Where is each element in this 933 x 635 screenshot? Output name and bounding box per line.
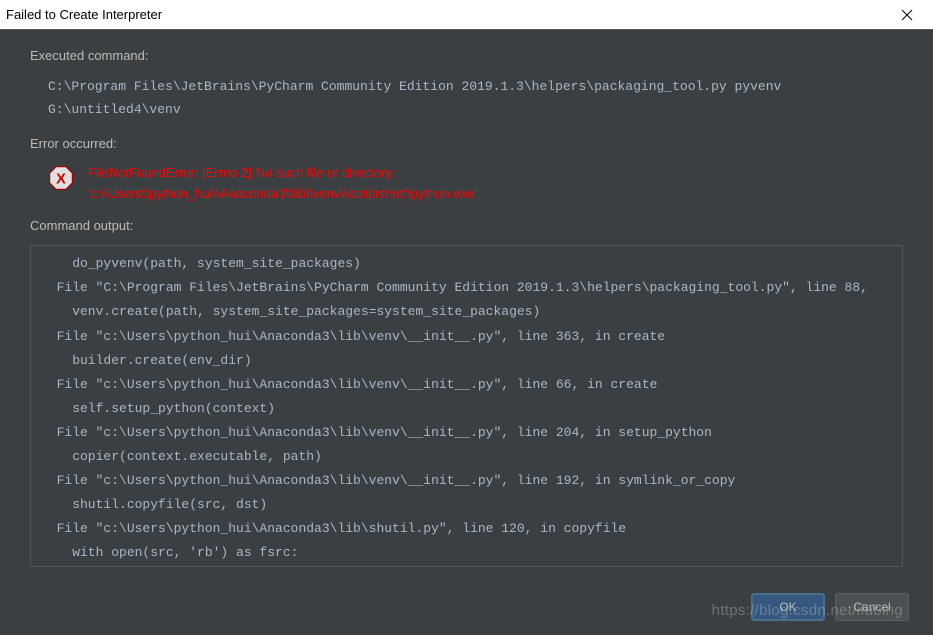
svg-text:X: X	[56, 171, 66, 187]
error-line-1: FileNotFoundError: [Errno 2] No such fil…	[88, 163, 477, 184]
error-icon: X	[48, 165, 74, 191]
error-section: X FileNotFoundError: [Errno 2] No such f…	[30, 163, 903, 205]
close-icon	[901, 9, 913, 21]
title-bar: Failed to Create Interpreter	[0, 0, 933, 30]
window-title: Failed to Create Interpreter	[6, 7, 162, 22]
command-output-box[interactable]: do_pyvenv(path, system_site_packages) Fi…	[30, 245, 903, 567]
dialog-content: Executed command: C:\Program Files\JetBr…	[0, 30, 933, 577]
ok-button[interactable]: OK	[751, 593, 825, 621]
error-message: FileNotFoundError: [Errno 2] No such fil…	[88, 163, 477, 205]
button-bar: OK Cancel	[751, 593, 909, 621]
executed-command-label: Executed command:	[30, 48, 903, 63]
error-occurred-label: Error occurred:	[30, 136, 903, 151]
command-output-label: Command output:	[30, 218, 903, 233]
error-line-2: 'c:\\Users\\python_hui\\Anaconda3\\lib\\…	[88, 184, 477, 205]
cancel-button[interactable]: Cancel	[835, 593, 909, 621]
executed-command-text: C:\Program Files\JetBrains\PyCharm Commu…	[30, 75, 903, 122]
close-button[interactable]	[887, 1, 927, 29]
